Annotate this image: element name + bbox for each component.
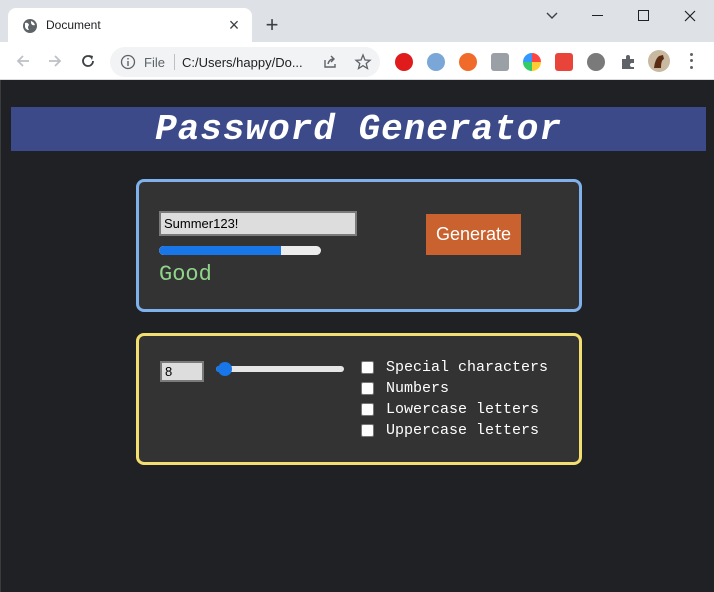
chevron-down-icon[interactable]	[530, 4, 574, 28]
strength-meter-fill	[159, 246, 281, 255]
length-slider[interactable]	[216, 362, 344, 376]
back-icon[interactable]	[12, 50, 34, 72]
opera-extension-icon[interactable]	[395, 53, 413, 71]
star-icon[interactable]	[354, 53, 372, 71]
option-checkbox[interactable]	[361, 403, 374, 416]
page-title: Password Generator	[155, 108, 562, 150]
option-row[interactable]: Uppercase letters	[361, 420, 548, 441]
tab-title: Document	[46, 18, 101, 32]
password-field[interactable]	[159, 211, 357, 236]
length-slider-thumb[interactable]	[218, 362, 232, 376]
maximize-icon[interactable]	[622, 4, 666, 28]
option-row[interactable]: Numbers	[361, 378, 548, 399]
info-icon[interactable]	[120, 54, 136, 70]
page-body: Password Generator Good Generate Special…	[0, 80, 714, 592]
tab-strip: Document × +	[0, 0, 714, 42]
option-label: Special characters	[386, 359, 549, 376]
puzzle-icon[interactable]	[619, 53, 637, 71]
page-header: Password Generator	[11, 107, 706, 151]
option-checkbox[interactable]	[361, 361, 374, 374]
reload-icon[interactable]	[77, 50, 99, 72]
window-close-icon[interactable]	[668, 4, 712, 28]
url-text[interactable]: C:/Users/happy/Do...	[182, 55, 303, 70]
strength-meter	[159, 246, 321, 255]
generate-button[interactable]: Generate	[426, 214, 521, 255]
options-list: Special characters Numbers Lowercase lette…	[361, 357, 548, 441]
browser-toolbar: File C:/Users/happy/Do...	[0, 42, 714, 80]
close-icon[interactable]: ×	[224, 15, 244, 35]
divider	[174, 54, 175, 70]
option-checkbox[interactable]	[361, 424, 374, 437]
address-bar[interactable]: File C:/Users/happy/Do...	[110, 47, 380, 77]
menu-dots-icon[interactable]	[683, 51, 699, 71]
globe-icon	[23, 19, 37, 33]
extension-icon[interactable]	[427, 53, 445, 71]
option-label: Lowercase letters	[386, 401, 540, 418]
option-checkbox[interactable]	[361, 382, 374, 395]
strength-label: Good	[159, 262, 212, 287]
option-row[interactable]: Special characters	[361, 357, 548, 378]
password-card: Good Generate	[136, 179, 582, 312]
minimize-icon[interactable]	[576, 4, 620, 28]
browser-tab[interactable]: Document ×	[8, 8, 252, 42]
color-picker-extension-icon[interactable]	[523, 53, 541, 71]
option-row[interactable]: Lowercase letters	[361, 399, 548, 420]
option-label: Numbers	[386, 380, 450, 397]
camera-extension-icon[interactable]	[491, 53, 509, 71]
share-icon[interactable]	[322, 54, 338, 70]
profile-avatar[interactable]	[648, 50, 670, 72]
lighthouse-extension-icon[interactable]	[555, 53, 573, 71]
gear-extension-icon[interactable]	[587, 53, 605, 71]
file-label: File	[144, 55, 165, 70]
options-card: Special characters Numbers Lowercase lette…	[136, 333, 582, 465]
lifebuoy-extension-icon[interactable]	[459, 53, 477, 71]
option-label: Uppercase letters	[386, 422, 540, 439]
length-field[interactable]	[160, 361, 204, 382]
forward-icon[interactable]	[44, 50, 66, 72]
plus-icon[interactable]: +	[261, 14, 283, 36]
